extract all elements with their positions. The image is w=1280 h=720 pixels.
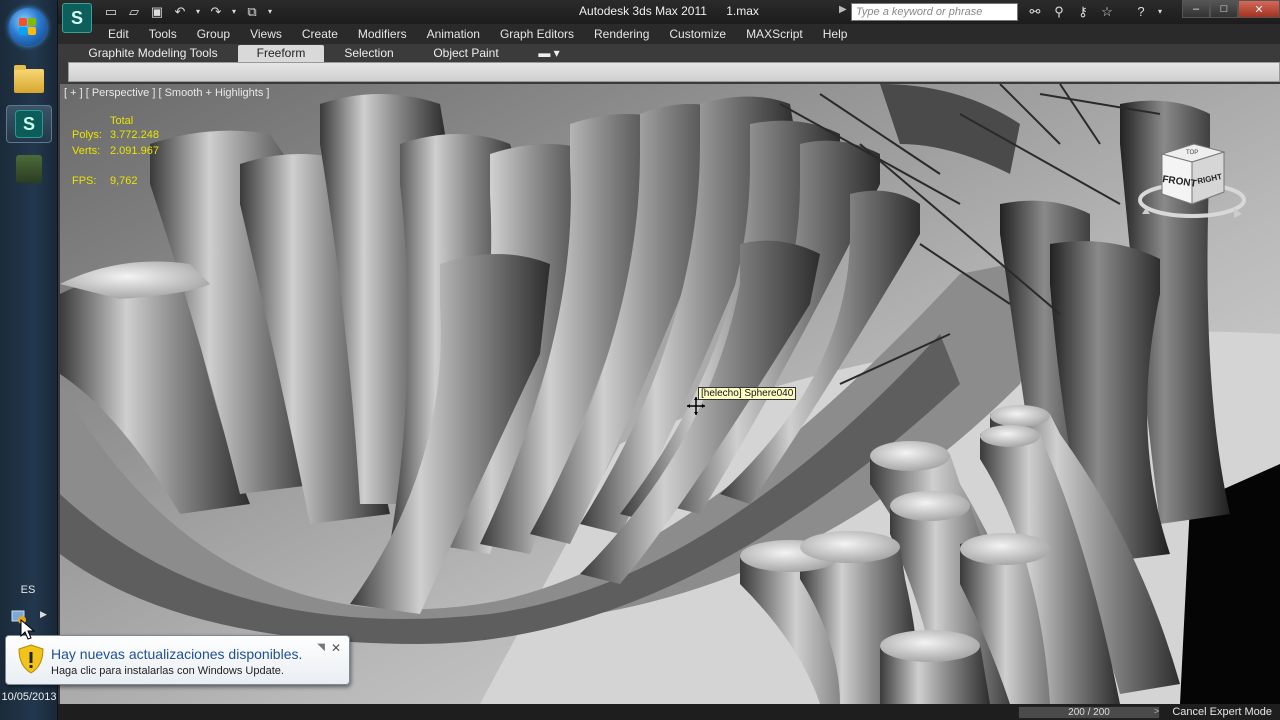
qa-customize-icon[interactable]: ▾: [266, 3, 274, 20]
menu-maxscript[interactable]: MAXScript: [736, 24, 813, 44]
ribbon-tabs: Graphite Modeling Tools Freeform Selecti…: [58, 44, 1280, 62]
menu-animation[interactable]: Animation: [417, 24, 490, 44]
title-bar: ▭ ▱ ▣ ↶ ▾ ↷ ▾ ⧉ ▾ Autodesk 3ds Max 2011 …: [58, 0, 1280, 24]
save-icon[interactable]: ▣: [148, 3, 166, 20]
3dsmax-icon: S: [15, 110, 43, 138]
cancel-expert-mode-button[interactable]: Cancel Expert Mode: [1172, 706, 1272, 718]
maximize-button[interactable]: □: [1210, 0, 1238, 18]
app-name: Autodesk 3ds Max 2011: [579, 4, 707, 18]
viewport-scene: [60, 84, 1280, 704]
taskbar-app[interactable]: [6, 150, 52, 188]
taskbar-3dsmax[interactable]: S: [6, 105, 52, 143]
new-file-icon[interactable]: ▭: [102, 3, 120, 20]
update-notification[interactable]: Hay nuevas actualizaciones disponibles. …: [5, 635, 350, 685]
undo-icon[interactable]: ↶: [171, 3, 189, 20]
viewport-label[interactable]: [ + ] [ Perspective ] [ Smooth + Highlig…: [64, 87, 269, 99]
menu-group[interactable]: Group: [187, 24, 240, 44]
notification-title: Hay nuevas actualizaciones disponibles.: [51, 646, 303, 662]
file-name: 1.max: [726, 4, 759, 18]
tab-freeform[interactable]: Freeform: [238, 45, 324, 62]
tray-expand-icon[interactable]: ▶: [40, 609, 47, 620]
ribbon-panel: [68, 62, 1280, 82]
menu-graph-editors[interactable]: Graph Editors: [490, 24, 584, 44]
perspective-viewport[interactable]: [ + ] [ Perspective ] [ Smooth + Highlig…: [60, 84, 1280, 704]
menu-help[interactable]: Help: [813, 24, 858, 44]
minimize-button[interactable]: –: [1182, 0, 1210, 18]
search-expand-icon[interactable]: ▶: [839, 4, 847, 15]
infocenter-toolbar: ⚯ ⚲ ⚷ ☆ ? ▾: [1026, 3, 1164, 20]
tab-graphite-modeling-tools[interactable]: Graphite Modeling Tools: [84, 45, 222, 62]
time-slider[interactable]: 200 / 200: [1018, 706, 1160, 719]
folder-icon: [14, 65, 44, 93]
taskbar-explorer[interactable]: [6, 62, 52, 100]
undo-dropdown-icon[interactable]: ▾: [194, 3, 202, 20]
tab-object-paint[interactable]: Object Paint: [424, 45, 508, 62]
application-button[interactable]: S: [62, 3, 92, 33]
clock-date[interactable]: 10/05/2013: [0, 691, 58, 703]
favorites-star-icon[interactable]: ☆: [1098, 3, 1116, 20]
window-controls: – □ ✕: [1182, 0, 1280, 18]
menu-edit[interactable]: Edit: [98, 24, 139, 44]
windows-taskbar: S ES ▶ 10/05/2013: [0, 0, 58, 720]
binoculars-icon[interactable]: ⚯: [1026, 3, 1044, 20]
menu-create[interactable]: Create: [292, 24, 348, 44]
stats-verts-value: 2.091.967: [110, 145, 159, 157]
subscription-icon[interactable]: ⚲: [1050, 3, 1068, 20]
stats-verts-label: Verts:: [72, 145, 101, 157]
help-icon[interactable]: ?: [1132, 3, 1150, 20]
redo-icon[interactable]: ↷: [207, 3, 225, 20]
viewcube-top-label: TOP: [1186, 150, 1198, 156]
redo-dropdown-icon[interactable]: ▾: [230, 3, 238, 20]
status-bar: < 200 / 200 > Cancel Expert Mode: [58, 704, 1280, 720]
open-file-icon[interactable]: ▱: [125, 3, 143, 20]
language-indicator[interactable]: ES: [0, 584, 56, 596]
close-button[interactable]: ✕: [1238, 0, 1280, 18]
viewcube[interactable]: FRONT RIGHT TOP: [1132, 142, 1252, 228]
menu-rendering[interactable]: Rendering: [584, 24, 659, 44]
stats-polys-label: Polys:: [72, 129, 102, 141]
move-cursor-icon: [687, 397, 705, 415]
stats-polys-value: 3.772.248: [110, 129, 159, 141]
mouse-pointer-icon: [20, 619, 36, 640]
quick-access-toolbar: ▭ ▱ ▣ ↶ ▾ ↷ ▾ ⧉ ▾: [102, 3, 274, 20]
help-dropdown-icon[interactable]: ▾: [1156, 3, 1164, 20]
ribbon-minimize-icon[interactable]: ▬ ▾: [536, 45, 562, 62]
menu-customize[interactable]: Customize: [659, 24, 736, 44]
time-next-icon[interactable]: >: [1154, 706, 1159, 716]
start-button[interactable]: [9, 8, 47, 46]
object-tooltip: [helecho] Sphere040: [698, 387, 797, 400]
search-input[interactable]: Type a keyword or phrase: [851, 3, 1018, 21]
menu-views[interactable]: Views: [240, 24, 292, 44]
close-notification-button[interactable]: ✕: [331, 641, 341, 655]
menu-modifiers[interactable]: Modifiers: [348, 24, 417, 44]
options-icon[interactable]: ◥: [317, 642, 325, 653]
menu-tools[interactable]: Tools: [139, 24, 187, 44]
menu-bar: Edit Tools Group Views Create Modifiers Animat…: [58, 24, 1280, 44]
stats-header: Total: [110, 115, 134, 127]
project-folder-icon[interactable]: ⧉: [243, 3, 261, 20]
3dsmax-window: ▭ ▱ ▣ ↶ ▾ ↷ ▾ ⧉ ▾ Autodesk 3ds Max 2011 …: [58, 0, 1280, 720]
camera-app-icon: [16, 155, 42, 183]
stats-fps-value: 9,762: [110, 175, 138, 187]
communication-icon[interactable]: ⚷: [1074, 3, 1092, 20]
security-shield-icon: [18, 644, 44, 674]
notification-body: Haga clic para instalarlas con Windows U…: [51, 665, 284, 677]
stats-fps-label: FPS:: [72, 175, 97, 187]
windows-logo-icon: [19, 18, 37, 36]
tab-selection[interactable]: Selection: [336, 45, 402, 62]
